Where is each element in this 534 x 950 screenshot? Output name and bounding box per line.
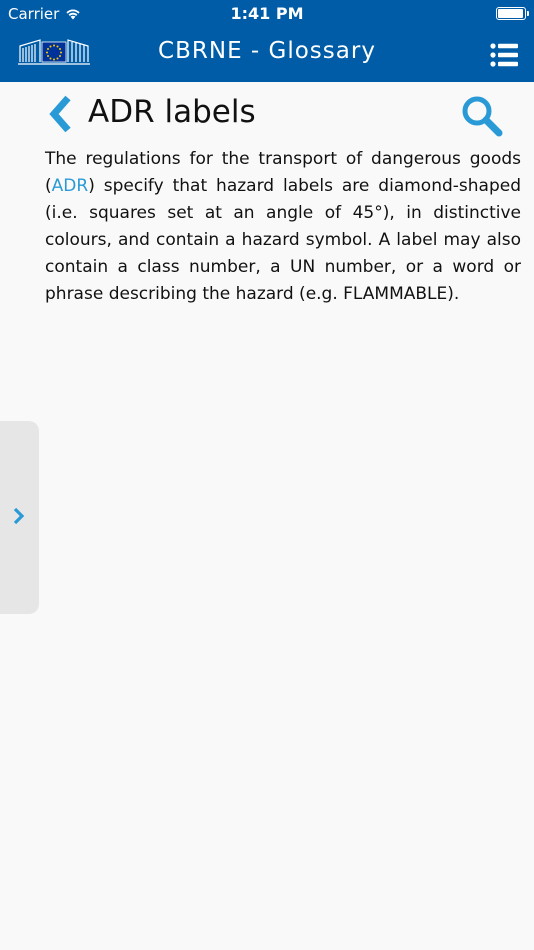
app-title: CBRNE - Glossary <box>158 38 376 64</box>
app-screen: Carrier 1:41 PM CBRNE - Glossary ADR lab… <box>0 0 534 950</box>
chevron-right-icon <box>13 507 25 525</box>
article-header: ADR labels <box>0 82 534 146</box>
list-menu-icon[interactable] <box>490 42 518 68</box>
battery-icon <box>496 7 529 20</box>
article-body-text-end: ) specify that hazard labels are diamond… <box>45 176 521 304</box>
status-bar: Carrier 1:41 PM <box>0 0 534 28</box>
battery-level <box>498 9 523 18</box>
side-drawer-toggle[interactable] <box>0 421 39 614</box>
page-title: ADR labels <box>88 94 256 130</box>
navigation-bar: CBRNE - Glossary <box>0 28 534 82</box>
search-icon[interactable] <box>460 94 504 138</box>
article-body: The regulations for the transport of dan… <box>45 146 521 308</box>
adr-link[interactable]: ADR <box>52 176 89 196</box>
clock: 1:41 PM <box>230 4 304 23</box>
top-bar: Carrier 1:41 PM CBRNE - Glossary <box>0 0 534 82</box>
chevron-left-icon[interactable] <box>44 94 76 134</box>
